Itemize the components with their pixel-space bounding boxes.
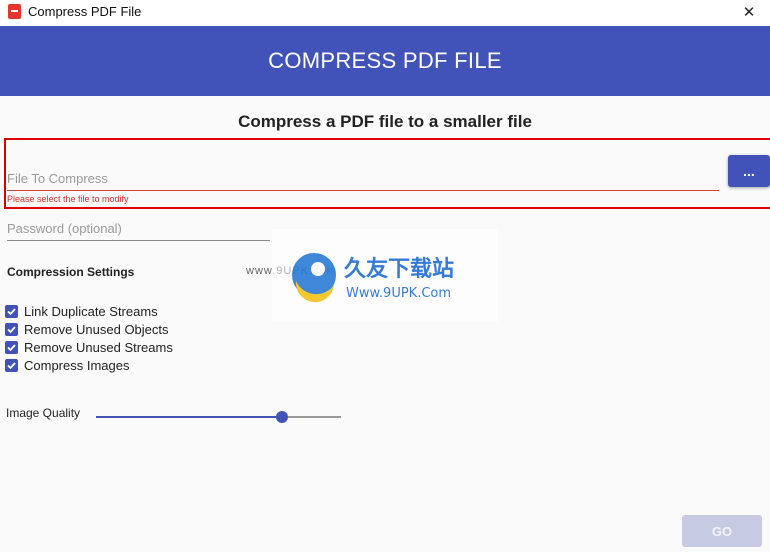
option-label: Remove Unused Objects: [24, 321, 169, 337]
checkbox-checked-icon[interactable]: [5, 358, 18, 372]
title-bar: Compress PDF File ✕: [0, 0, 770, 26]
pdf-app-icon: [8, 4, 21, 19]
file-error-message: Please select the file to modify: [7, 194, 129, 204]
image-quality-slider[interactable]: [96, 411, 341, 423]
checkbox-checked-icon[interactable]: [5, 322, 18, 336]
window-title: Compress PDF File: [28, 4, 142, 19]
password-placeholder: Password (optional): [7, 221, 122, 236]
go-button[interactable]: GO: [682, 515, 762, 547]
watermark-url: Www.9UPK.Com: [346, 286, 451, 301]
watermark-logo: 久友下载站 Www.9UPK.Com: [272, 229, 498, 322]
image-quality-label: Image Quality: [6, 406, 81, 420]
compression-settings-heading: Compression Settings: [7, 265, 135, 279]
browse-file-button[interactable]: ...: [728, 155, 770, 187]
close-icon: ✕: [742, 4, 756, 21]
option-label: Link Duplicate Streams: [24, 303, 158, 319]
close-button[interactable]: ✕: [728, 0, 770, 24]
file-to-compress-input[interactable]: File To Compress: [7, 168, 719, 191]
option-link-duplicate-streams[interactable]: Link Duplicate Streams: [5, 303, 158, 319]
checkbox-checked-icon[interactable]: [5, 304, 18, 318]
slider-thumb[interactable]: [276, 411, 289, 423]
app-header: COMPRESS PDF FILE: [0, 26, 770, 96]
file-field-placeholder: File To Compress: [7, 171, 108, 186]
option-label: Remove Unused Streams: [24, 339, 173, 355]
watermark-brand: 久友下载站: [344, 256, 454, 282]
page-subtitle: Compress a PDF file to a smaller file: [238, 112, 532, 131]
option-label: Compress Images: [24, 357, 130, 373]
option-compress-images[interactable]: Compress Images: [5, 357, 129, 373]
option-remove-unused-streams[interactable]: Remove Unused Streams: [5, 339, 173, 355]
header-title: COMPRESS PDF FILE: [268, 48, 502, 73]
password-input[interactable]: Password (optional): [7, 218, 270, 241]
slider-fill: [96, 416, 283, 418]
checkbox-checked-icon[interactable]: [5, 340, 18, 354]
option-remove-unused-objects[interactable]: Remove Unused Objects: [5, 321, 169, 337]
